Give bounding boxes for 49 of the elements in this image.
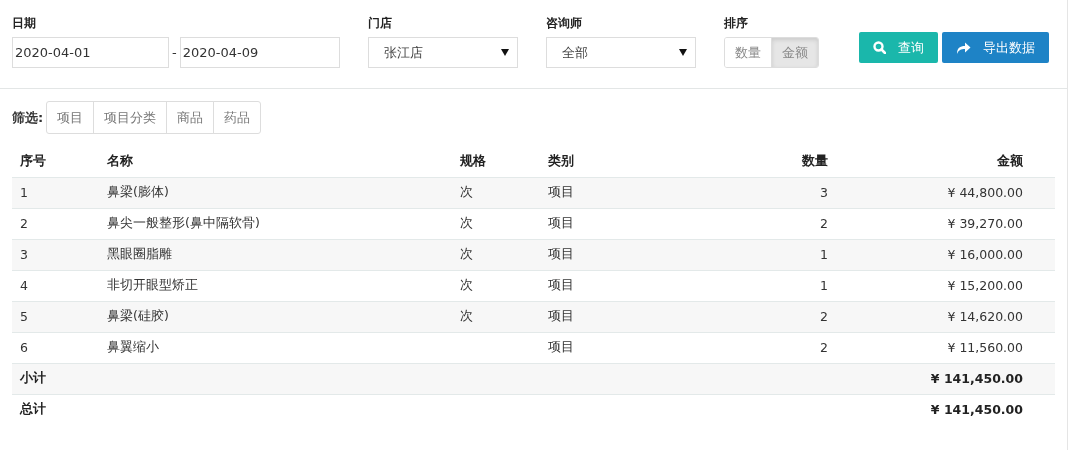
table-cell: 次 (452, 301, 540, 332)
table-cell: 项目 (540, 177, 636, 208)
field-label: 排序 (723, 15, 749, 32)
filter-label: 筛选: (12, 108, 44, 127)
date-field[interactable]: 2020-04-09 (179, 37, 340, 68)
date-field[interactable]: 2020-04-01 (12, 37, 169, 68)
export-button[interactable]: 导出数据 (941, 32, 1049, 63)
summary-amount: ¥ 141,450.00 (836, 363, 1055, 394)
table-cell: 3 (12, 239, 99, 270)
summary-amount: ¥ 141,450.00 (836, 394, 1055, 425)
field-label: 门店 (367, 15, 393, 32)
table-cell: ¥ 44,800.00 (836, 177, 1055, 208)
column-header: 金额 (836, 146, 1055, 177)
table-cell: 次 (452, 239, 540, 270)
date-separator: - (172, 45, 177, 60)
store-select[interactable]: 张江店 (367, 37, 518, 68)
column-header: 数量 (636, 146, 836, 177)
search-button[interactable]: 查询 (858, 32, 938, 63)
table-cell: 项目 (540, 301, 636, 332)
column-header: 类别 (540, 146, 636, 177)
filter-tab[interactable]: 商品 (166, 101, 215, 134)
column-header: 序号 (12, 146, 99, 177)
filter-tab[interactable]: 药品 (213, 101, 262, 134)
share-arrow-icon (955, 41, 971, 54)
table-cell: 鼻梁(膨体) (99, 177, 452, 208)
table-cell: 黑眼圈脂雕 (99, 239, 452, 270)
caret-icon (500, 49, 509, 56)
caret-icon (678, 49, 687, 56)
summary-label: 总计 (12, 394, 99, 425)
field-label: 咨询师 (545, 15, 583, 32)
table-cell: 2 (636, 301, 836, 332)
table-cell: ¥ 16,000.00 (836, 239, 1055, 270)
table-cell: 次 (452, 177, 540, 208)
table-cell: 鼻梁(硅胶) (99, 301, 452, 332)
sort-toggle[interactable]: 金额 (770, 38, 818, 67)
summary-label: 小计 (12, 363, 99, 394)
filter-tab[interactable]: 项目分类 (93, 101, 168, 134)
field-label: 日期 (12, 15, 37, 32)
consultant-select[interactable]: 全部 (545, 37, 696, 68)
column-header: 名称 (99, 146, 452, 177)
table-cell: 5 (12, 301, 99, 332)
search-icon (872, 41, 886, 54)
column-header: 规格 (452, 146, 540, 177)
table-cell: 1 (636, 239, 836, 270)
table-cell: 1 (12, 177, 99, 208)
table-cell: ¥ 14,620.00 (836, 301, 1055, 332)
table-cell: 3 (636, 177, 836, 208)
table-cell: 项目 (540, 239, 636, 270)
filter-tab[interactable]: 项目 (46, 101, 95, 134)
